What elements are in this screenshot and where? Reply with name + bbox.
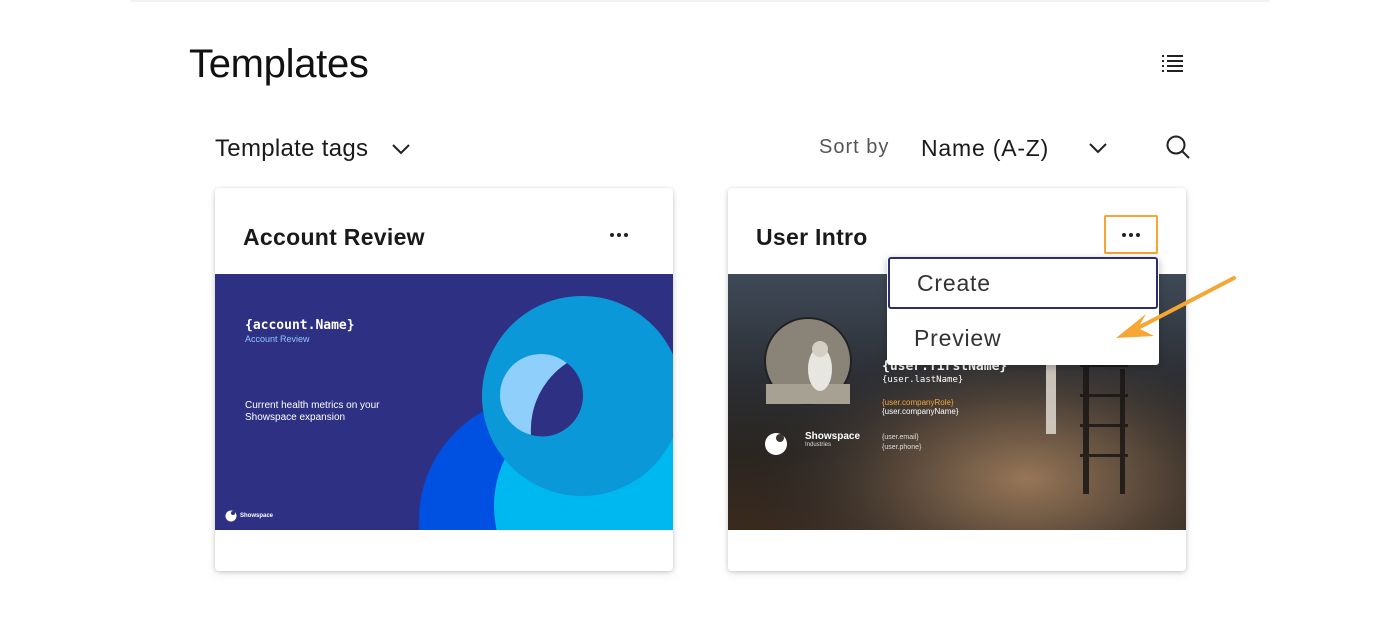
email-field: {user.email} (882, 434, 919, 441)
page-title: Templates (189, 42, 369, 86)
more-options-button[interactable] (1104, 215, 1158, 254)
template-card-user-intro[interactable]: User Intro {user.firstName} {user.lastNa… (728, 188, 1186, 571)
chevron-down-icon (1089, 143, 1107, 154)
company-name-field: {user.companyName} (882, 407, 959, 416)
showspace-logo-icon (225, 510, 237, 522)
brand-name: Showspace (805, 431, 861, 442)
search-icon (1166, 135, 1190, 159)
template-thumbnail[interactable]: {account.Name} Account Review Current he… (215, 274, 673, 530)
brand-logo: Showspace Industries (777, 431, 860, 448)
more-options-button[interactable] (601, 218, 637, 252)
list-view-button[interactable] (1158, 50, 1188, 78)
chevron-down-icon (392, 144, 411, 155)
last-name-field: {user.lastName} (882, 375, 964, 385)
brand-subtitle: Industries (805, 442, 832, 448)
phone-field: {user.phone} (882, 444, 922, 451)
brand-logo: Showspace (225, 510, 273, 522)
thumbnail-subheading: Account Review (245, 334, 310, 344)
template-tags-dropdown[interactable]: Template tags (215, 132, 412, 166)
list-view-icon (1162, 55, 1183, 72)
template-card-account-review[interactable]: Account Review {account.Name} Account Re… (215, 188, 673, 571)
thumbnail-description: Current health metrics on your Showspace… (245, 400, 380, 423)
user-fields: {user.firstName} {user.lastName} {user.c… (882, 359, 1007, 416)
card-title: User Intro (756, 224, 868, 250)
card-title: Account Review (243, 224, 425, 250)
template-tags-label: Template tags (215, 135, 369, 162)
more-horizontal-icon (1122, 232, 1140, 237)
search-button[interactable] (1164, 133, 1192, 161)
top-divider (130, 0, 1270, 2)
sort-value: Name (A-Z) (921, 134, 1050, 161)
more-horizontal-icon (610, 233, 628, 237)
sort-dropdown[interactable]: Name (A-Z) (921, 131, 1109, 165)
company-role-field: {user.companyRole} (882, 398, 954, 407)
annotation-arrow-icon (1116, 276, 1236, 338)
sort-by-label: Sort by (819, 136, 890, 158)
account-name-field: {account.Name} (245, 318, 355, 333)
brand-name: Showspace (240, 513, 274, 519)
